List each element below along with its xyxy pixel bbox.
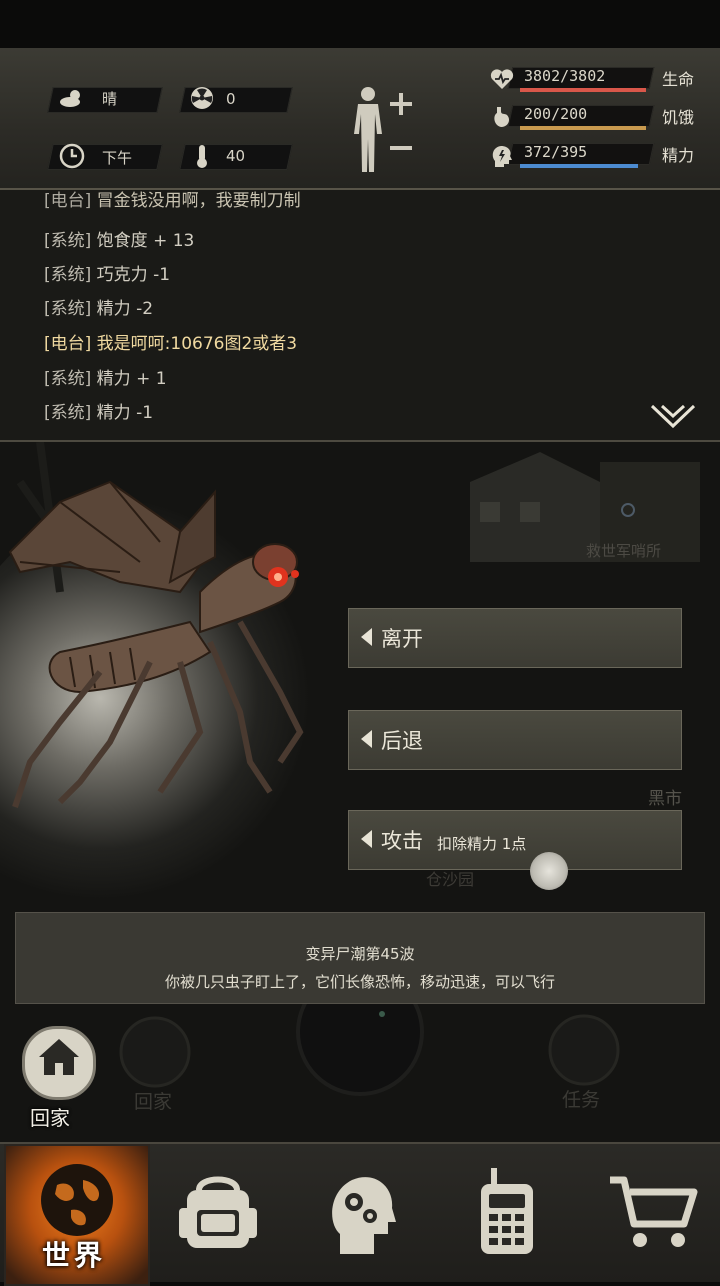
body-figure-icon[interactable] <box>348 84 418 174</box>
weather-label: 晴 <box>102 90 118 108</box>
event-title: 变异尸潮第45波 <box>305 945 415 963</box>
health-bar-fill <box>520 88 646 92</box>
arrow-left-icon <box>361 830 372 848</box>
log-line: [系统] 精力 + 1 <box>44 369 167 389</box>
energy-head-icon <box>488 143 516 175</box>
log-line-radio: [电台] 我是呵呵:10676图2或者3 <box>44 334 298 354</box>
home-faded-label: 回家 <box>134 1091 173 1113</box>
battle-scene: 救世军哨所 黑市 仓沙园 回家 任务 离开 后退 攻击 扣除精力 1点 回家 <box>0 442 720 1142</box>
log-line: [系统] 饱食度 + 13 <box>44 231 195 251</box>
task-faded-label: 任务 <box>562 1089 601 1111</box>
log-line: [电台] 冒金钱没用啊，我要制刀制 <box>44 191 301 211</box>
energy-label: 精力 <box>662 146 695 165</box>
attack-button[interactable]: 攻击 扣除精力 1点 <box>348 810 682 870</box>
event-description-panel: 变异尸潮第45波 你被几只虫子盯上了，它们长像恐怖，移动迅速，可以飞行 <box>15 912 705 1004</box>
location-label[interactable]: 救世军哨所 <box>586 540 661 561</box>
retreat-button[interactable]: 后退 <box>348 710 682 770</box>
event-text: 你被几只虫子盯上了，它们长像恐怖，移动迅速，可以飞行 <box>164 973 555 991</box>
retreat-label: 后退 <box>381 729 423 753</box>
log-line: [系统] 精力 -2 <box>44 299 154 319</box>
temperature-value: 40 <box>226 147 246 165</box>
walkie-talkie-icon <box>481 1168 533 1254</box>
shopping-cart-icon <box>610 1176 698 1247</box>
hunger-value: 200/200 <box>524 105 588 123</box>
clock-icon <box>58 143 86 175</box>
leave-label: 离开 <box>381 627 423 651</box>
stomach-icon <box>488 105 516 135</box>
touch-indicator <box>530 852 568 890</box>
nav-world[interactable]: 世界 <box>4 1144 150 1286</box>
energy-value: 372/395 <box>524 143 588 161</box>
log-line: [系统] 精力 -1 <box>44 403 154 423</box>
nav-radio[interactable] <box>433 1144 575 1282</box>
arrow-left-icon <box>361 628 372 646</box>
heart-icon <box>488 67 516 97</box>
message-log[interactable]: [电台] 冒金钱没用啊，我要制刀制 [系统] 饱食度 + 13 [系统] 巧克力… <box>0 190 720 442</box>
status-panel: 晴 0 下午 40 3802/3802 生命 200/200 饥饿 372/39… <box>0 48 720 190</box>
brain-gears-icon <box>332 1177 396 1254</box>
attack-label: 攻击 <box>381 829 423 853</box>
arrow-left-icon <box>361 730 372 748</box>
bottom-nav: 世界 <box>0 1142 720 1286</box>
leave-button[interactable]: 离开 <box>348 608 682 668</box>
time-label: 下午 <box>102 149 133 167</box>
radiation-icon <box>188 86 216 116</box>
attack-cost-label: 扣除精力 1点 <box>437 835 527 853</box>
nav-world-label: 世界 <box>42 1239 107 1272</box>
home-button[interactable] <box>22 1026 96 1100</box>
log-line: [系统] 巧克力 -1 <box>44 265 171 285</box>
thermometer-icon <box>188 143 216 175</box>
hunger-bar-fill <box>520 126 646 130</box>
hunger-label: 饥饿 <box>662 108 695 127</box>
health-value: 3802/3802 <box>524 67 606 85</box>
nav-skills[interactable] <box>290 1144 432 1282</box>
health-label: 生命 <box>662 70 695 89</box>
house-icon <box>39 1039 79 1075</box>
backpack-icon <box>179 1176 257 1248</box>
mutant-bug-creature <box>8 480 304 808</box>
cloud-sun-icon <box>58 86 86 116</box>
nav-shop[interactable] <box>576 1144 718 1282</box>
energy-bar-fill <box>520 164 639 168</box>
chevron-down-icon[interactable] <box>650 402 696 430</box>
blackmarket-label[interactable]: 黑市 <box>648 784 682 809</box>
nav-backpack[interactable] <box>147 1144 289 1282</box>
radiation-value: 0 <box>226 90 236 108</box>
globe-icon <box>41 1164 113 1236</box>
home-button-label[interactable]: 回家 <box>30 1102 70 1131</box>
